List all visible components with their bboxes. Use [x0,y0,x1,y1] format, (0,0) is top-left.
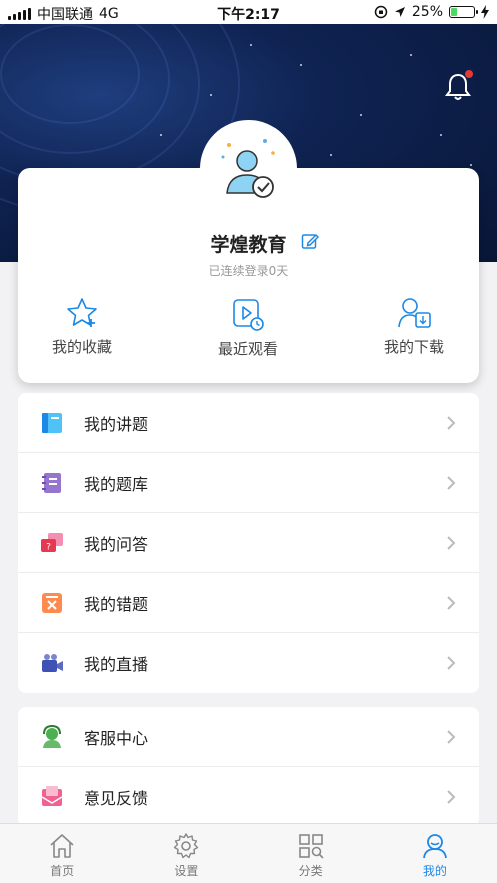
category-icon [298,834,324,859]
chevron-right-icon [447,536,456,550]
menu-label: 意见反馈 [84,789,149,808]
location-icon [394,7,405,17]
charging-icon [481,5,489,19]
wrong-question-icon [42,592,62,613]
chevron-right-icon [447,790,456,804]
edit-icon[interactable] [301,232,319,250]
chevron-right-icon [447,596,456,610]
menu-group-support: 客服中心 意见反馈 [18,707,479,827]
tab-label: 设置 [174,864,199,878]
tab-label: 我的 [422,864,447,878]
chevron-right-icon [447,416,456,430]
menu-item-customer-service[interactable]: 客服中心 [18,707,479,767]
chevron-right-icon [447,656,456,670]
feedback-icon [41,786,63,806]
battery-percent: 25% [411,4,443,20]
favorites-label: 我的收藏 [51,338,112,356]
menu-item-my-live[interactable]: 我的直播 [18,633,479,693]
tab-category[interactable]: 分类 [249,824,373,883]
svg-text:?: ? [46,542,51,552]
menu-label: 客服中心 [84,728,149,748]
orientation-lock-icon [374,5,388,19]
star-plus-icon [67,298,97,327]
tab-mine[interactable]: 我的 [373,824,497,883]
gear-icon [174,833,199,859]
notebook-icon [42,472,61,493]
menu-label: 我的直播 [84,655,149,674]
notification-bell-icon[interactable] [444,70,473,102]
book-icon [42,412,62,433]
user-icon [422,834,447,859]
user-avatar-icon [221,138,275,198]
menu-item-feedback[interactable]: 意见反馈 [18,767,479,827]
video-camera-icon [42,654,63,672]
username: 学煌教育 [210,234,287,256]
chevron-right-icon [447,730,456,744]
favorites-button[interactable]: 我的收藏 [22,296,142,357]
customer-service-icon [43,724,61,748]
tab-settings[interactable]: 设置 [124,824,248,883]
menu-label: 我的问答 [84,534,149,554]
menu-label: 我的题库 [84,474,149,494]
downloads-button[interactable]: 我的下载 [354,296,474,357]
home-icon [50,834,74,858]
menu-label: 我的错题 [84,594,149,614]
recently-watched-label: 最近观看 [217,340,278,358]
recently-watched-button[interactable]: 最近观看 [188,298,308,359]
avatar[interactable] [200,120,297,217]
menu-item-my-qa[interactable]: ? 我的问答 [18,513,479,573]
login-streak: 已连续登录0天 [208,264,289,278]
tab-label: 分类 [298,864,323,878]
chat-bubbles-icon: ? [41,532,63,552]
tab-home[interactable]: 首页 [0,824,124,883]
chevron-right-icon [447,476,456,490]
play-clock-icon [233,299,264,331]
bottom-tab-bar: 首页 设置 分类 我的 [0,823,497,883]
menu-item-my-wrong-questions[interactable]: 我的错题 [18,573,479,633]
user-download-icon [398,298,431,328]
menu-group-learning: 我的讲题 我的题库 ? 我的问答 我的错题 我的直播 [18,393,479,693]
notification-badge [465,70,473,78]
menu-label: 我的讲题 [84,414,149,434]
menu-item-my-question-bank[interactable]: 我的题库 [18,453,479,513]
battery-icon [449,6,478,18]
menu-item-my-lectures[interactable]: 我的讲题 [18,393,479,453]
tab-label: 首页 [50,864,75,878]
downloads-label: 我的下载 [383,338,444,356]
status-bar: 中国联通 4G 下午2:17 25% [0,0,497,24]
